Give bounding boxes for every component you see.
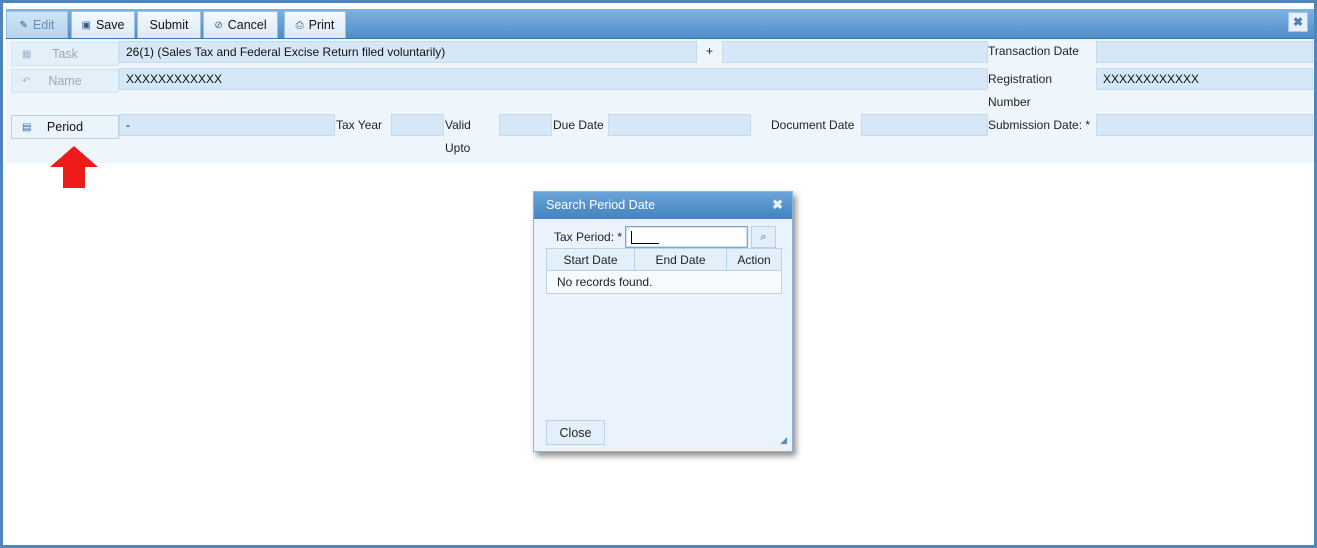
pencil-icon: ✎	[19, 19, 28, 31]
tax-period-input[interactable]	[625, 226, 748, 248]
registration-number-label-line2: Number	[988, 95, 1031, 109]
toolbar: ✎ Edit ▣ Save Submit ⊘ Cancel ⎙ Print ✖	[6, 9, 1314, 39]
cancel-button[interactable]: ⊘ Cancel	[203, 11, 278, 38]
dialog-title-bar: Search Period Date ✖	[534, 192, 792, 219]
valid-upto-field[interactable]	[499, 114, 552, 136]
task-extra-field[interactable]	[722, 41, 988, 63]
name-field[interactable]: XXXXXXXXXXXX	[119, 68, 988, 90]
period-field[interactable]: -	[119, 114, 335, 136]
tax-year-label: Tax Year	[336, 118, 383, 132]
form-area: ▦ Task 26(1) (Sales Tax and Federal Exci…	[6, 39, 1314, 163]
empty-message: No records found.	[546, 271, 782, 294]
task-field[interactable]: 26(1) (Sales Tax and Federal Excise Retu…	[119, 41, 697, 63]
table-header: Start Date End Date Action	[546, 248, 782, 271]
submission-date-field[interactable]	[1096, 114, 1313, 136]
red-arrow-annotation	[50, 146, 98, 188]
save-icon: ▣	[81, 19, 91, 31]
submission-date-label: Submission Date: *	[988, 118, 1091, 132]
period-button[interactable]: ▤ Period	[11, 115, 119, 139]
window-close-button[interactable]: ✖	[1288, 12, 1308, 32]
main-window: ✎ Edit ▣ Save Submit ⊘ Cancel ⎙ Print ✖ …	[0, 0, 1317, 548]
name-button[interactable]: ↶ Name	[11, 69, 119, 93]
transaction-date-field[interactable]	[1096, 41, 1313, 63]
edit-button[interactable]: ✎ Edit	[6, 11, 68, 38]
valid-upto-label-line1: Valid	[445, 118, 471, 132]
registration-number-label-line1: Registration	[988, 72, 1053, 86]
cancel-icon: ⊘	[214, 19, 223, 31]
document-date-label: Document Date	[771, 118, 855, 132]
search-period-date-dialog: Search Period Date ✖ Tax Period: * ⌕ Sta…	[533, 191, 793, 452]
due-date-field[interactable]	[608, 114, 751, 136]
dialog-close-icon[interactable]: ✖	[772, 197, 783, 213]
column-end-date[interactable]: End Date	[635, 249, 727, 270]
column-start-date[interactable]: Start Date	[547, 249, 635, 270]
resize-grip-icon[interactable]: ◢	[780, 435, 787, 446]
input-caret	[631, 231, 659, 244]
due-date-label: Due Date	[553, 118, 604, 132]
dialog-title: Search Period Date	[546, 198, 656, 212]
task-button[interactable]: ▦ Task	[11, 42, 119, 66]
search-icon[interactable]: ⌕	[751, 226, 776, 248]
document-date-field[interactable]	[861, 114, 988, 136]
close-icon: ✖	[1292, 15, 1304, 29]
tax-year-field[interactable]	[391, 114, 444, 136]
registration-number-field[interactable]: XXXXXXXXXXXX	[1096, 68, 1313, 90]
submit-button[interactable]: Submit	[137, 11, 201, 38]
dialog-close-button[interactable]: Close	[546, 420, 605, 445]
transaction-date-label: Transaction Date	[988, 44, 1079, 58]
save-button[interactable]: ▣ Save	[71, 11, 135, 38]
tax-period-label: Tax Period: *	[554, 230, 623, 244]
column-action[interactable]: Action	[727, 249, 781, 270]
valid-upto-label-line2: Upto	[445, 141, 471, 155]
print-icon: ⎙	[295, 19, 304, 31]
print-button[interactable]: ⎙ Print	[284, 11, 346, 38]
add-task-button[interactable]: +	[706, 44, 713, 58]
period-results-table: Start Date End Date Action No records fo…	[546, 248, 782, 294]
